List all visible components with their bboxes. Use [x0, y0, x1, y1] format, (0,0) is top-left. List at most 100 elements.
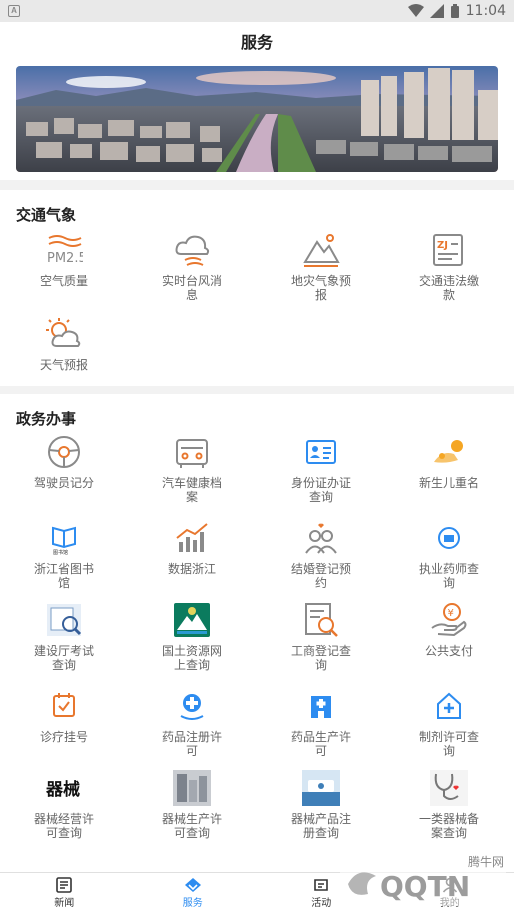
wifi-icon: [407, 4, 424, 17]
service-label: 地灾气象预报: [291, 274, 352, 302]
service-icon: [184, 876, 202, 894]
service-newborn-names[interactable]: 新生儿重名: [385, 432, 513, 490]
city-river-banner: [16, 66, 498, 172]
page-title: 服务: [0, 22, 514, 60]
battery-icon: [450, 4, 459, 18]
svg-text:图书馆: 图书馆: [53, 549, 68, 556]
watermark-site: 腾牛网: [468, 854, 504, 869]
tab-service[interactable]: 服务: [129, 873, 258, 912]
section-government-affairs: 政务办事 驾驶员记分 汽车健康档案 身份证办证查询 新生儿重名 图书馆 浙江省图…: [0, 394, 514, 872]
service-driver-points[interactable]: 驾驶员记分: [0, 432, 128, 490]
service-label: 公共支付: [424, 644, 473, 658]
service-medical-registration[interactable]: 诊疗挂号: [0, 686, 128, 744]
service-label: 浙江省图书馆: [34, 562, 95, 590]
traffic-fine-icon: ZJ: [429, 230, 469, 270]
service-label: 身份证办证查询: [291, 476, 352, 504]
section-traffic-weather: 交通气象 PM2.5 空气质量 实时台风消息 地灾气象预报 ZJ 交通违法缴款 …: [0, 190, 514, 386]
svg-text:PM2.5: PM2.5: [47, 251, 83, 266]
id-card-icon: [301, 432, 341, 472]
service-construction-exam[interactable]: 建设厅考试查询: [0, 600, 128, 672]
steering-wheel-icon: [44, 432, 84, 472]
service-label: 器械生产许可查询: [162, 812, 223, 840]
service-drug-registration[interactable]: 药品注册许可: [128, 686, 256, 758]
notification-icon: A: [8, 5, 20, 17]
pharmacist-icon: [429, 518, 469, 558]
service-device-trade-license[interactable]: 器械 器械经营许可查询: [0, 768, 128, 840]
service-device-product-registration[interactable]: 器械产品注册查询: [257, 768, 385, 840]
service-geo-hazard[interactable]: 地灾气象预报: [257, 230, 385, 302]
service-label: 结婚登记预约: [291, 562, 352, 590]
section-title: 交通气象: [16, 207, 77, 224]
payment-icon: ¥: [429, 600, 469, 640]
service-traffic-fine[interactable]: ZJ 交通违法缴款: [385, 230, 513, 302]
service-data-zhejiang[interactable]: 数据浙江: [128, 518, 256, 576]
service-weather[interactable]: 天气预报: [0, 314, 128, 372]
service-label: 驾驶员记分: [33, 476, 94, 490]
marriage-icon: [301, 518, 341, 558]
calendar-check-icon: [44, 686, 84, 726]
service-label: 诊疗挂号: [39, 730, 88, 744]
service-label: 制剂许可查询: [419, 730, 480, 758]
service-label: 药品注册许可: [162, 730, 223, 758]
house-plus-icon: [429, 686, 469, 726]
service-label: 药品生产许可: [291, 730, 352, 758]
service-preparation-license[interactable]: 制剂许可查询: [385, 686, 513, 758]
service-label: 数据浙江: [167, 562, 216, 576]
tab-label: 新闻: [54, 898, 75, 909]
service-public-payment[interactable]: ¥ 公共支付: [385, 600, 513, 658]
tab-label: 服务: [182, 898, 203, 909]
banner-image[interactable]: [16, 66, 498, 172]
device-trade-icon: 器械: [44, 768, 84, 808]
signal-icon: [429, 4, 444, 18]
service-label: 工商登记查询: [291, 644, 352, 672]
banner-area: [0, 60, 514, 180]
medicine-icon: [172, 686, 212, 726]
service-label: 器械经营许可查询: [34, 812, 95, 840]
news-icon: [55, 876, 73, 894]
service-air-quality[interactable]: PM2.5 空气质量: [0, 230, 128, 288]
service-class1-device-filing[interactable]: 一类器械备案查询: [385, 768, 513, 840]
clock: 11:04: [465, 3, 506, 19]
service-label: 交通违法缴款: [419, 274, 480, 302]
status-bar: A 11:04: [0, 0, 514, 22]
service-zj-library[interactable]: 图书馆 浙江省图书馆: [0, 518, 128, 590]
service-device-production-license[interactable]: 器械生产许可查询: [128, 768, 256, 840]
watermark-brand: QQTN: [380, 870, 470, 903]
service-label: 器械产品注册查询: [291, 812, 352, 840]
library-icon: 图书馆: [44, 518, 84, 558]
service-drug-production[interactable]: 药品生产许可: [257, 686, 385, 758]
service-car-health[interactable]: 汽车健康档案: [128, 432, 256, 504]
service-label: 空气质量: [39, 274, 88, 288]
service-label: 执业药师查询: [419, 562, 480, 590]
weather-icon: [44, 314, 84, 354]
svg-text:器械: 器械: [45, 779, 80, 800]
hospital-icon: [301, 686, 341, 726]
service-label: 汽车健康档案: [162, 476, 223, 504]
service-pharmacist[interactable]: 执业药师查询: [385, 518, 513, 590]
service-label: 天气预报: [39, 358, 88, 372]
geo-hazard-icon: [301, 230, 341, 270]
service-label: 国土资源网上查询: [162, 644, 223, 672]
service-marriage-booking[interactable]: 结婚登记预约: [257, 518, 385, 590]
stethoscope-icon: [429, 768, 469, 808]
exam-icon: [44, 600, 84, 640]
car-icon: [172, 432, 212, 472]
service-typhoon[interactable]: 实时台风消息: [128, 230, 256, 302]
tab-news[interactable]: 新闻: [0, 873, 129, 912]
svg-text:ZJ: ZJ: [437, 240, 448, 251]
typhoon-icon: [172, 230, 212, 270]
service-business-registration[interactable]: 工商登记查询: [257, 600, 385, 672]
watermark: 腾牛网 QQTN: [318, 850, 508, 908]
bar-chart-icon: [172, 518, 212, 558]
device-production-icon: [172, 768, 212, 808]
service-label: 建设厅考试查询: [34, 644, 95, 672]
service-id-card[interactable]: 身份证办证查询: [257, 432, 385, 504]
land-resources-icon: [172, 600, 212, 640]
service-label: 新生儿重名: [418, 476, 479, 490]
service-label: 一类器械备案查询: [419, 812, 480, 840]
baby-icon: [429, 432, 469, 472]
device-product-icon: [301, 768, 341, 808]
service-land-resources[interactable]: 国土资源网上查询: [128, 600, 256, 672]
air-quality-icon: PM2.5: [44, 230, 84, 270]
service-label: 实时台风消息: [162, 274, 223, 302]
